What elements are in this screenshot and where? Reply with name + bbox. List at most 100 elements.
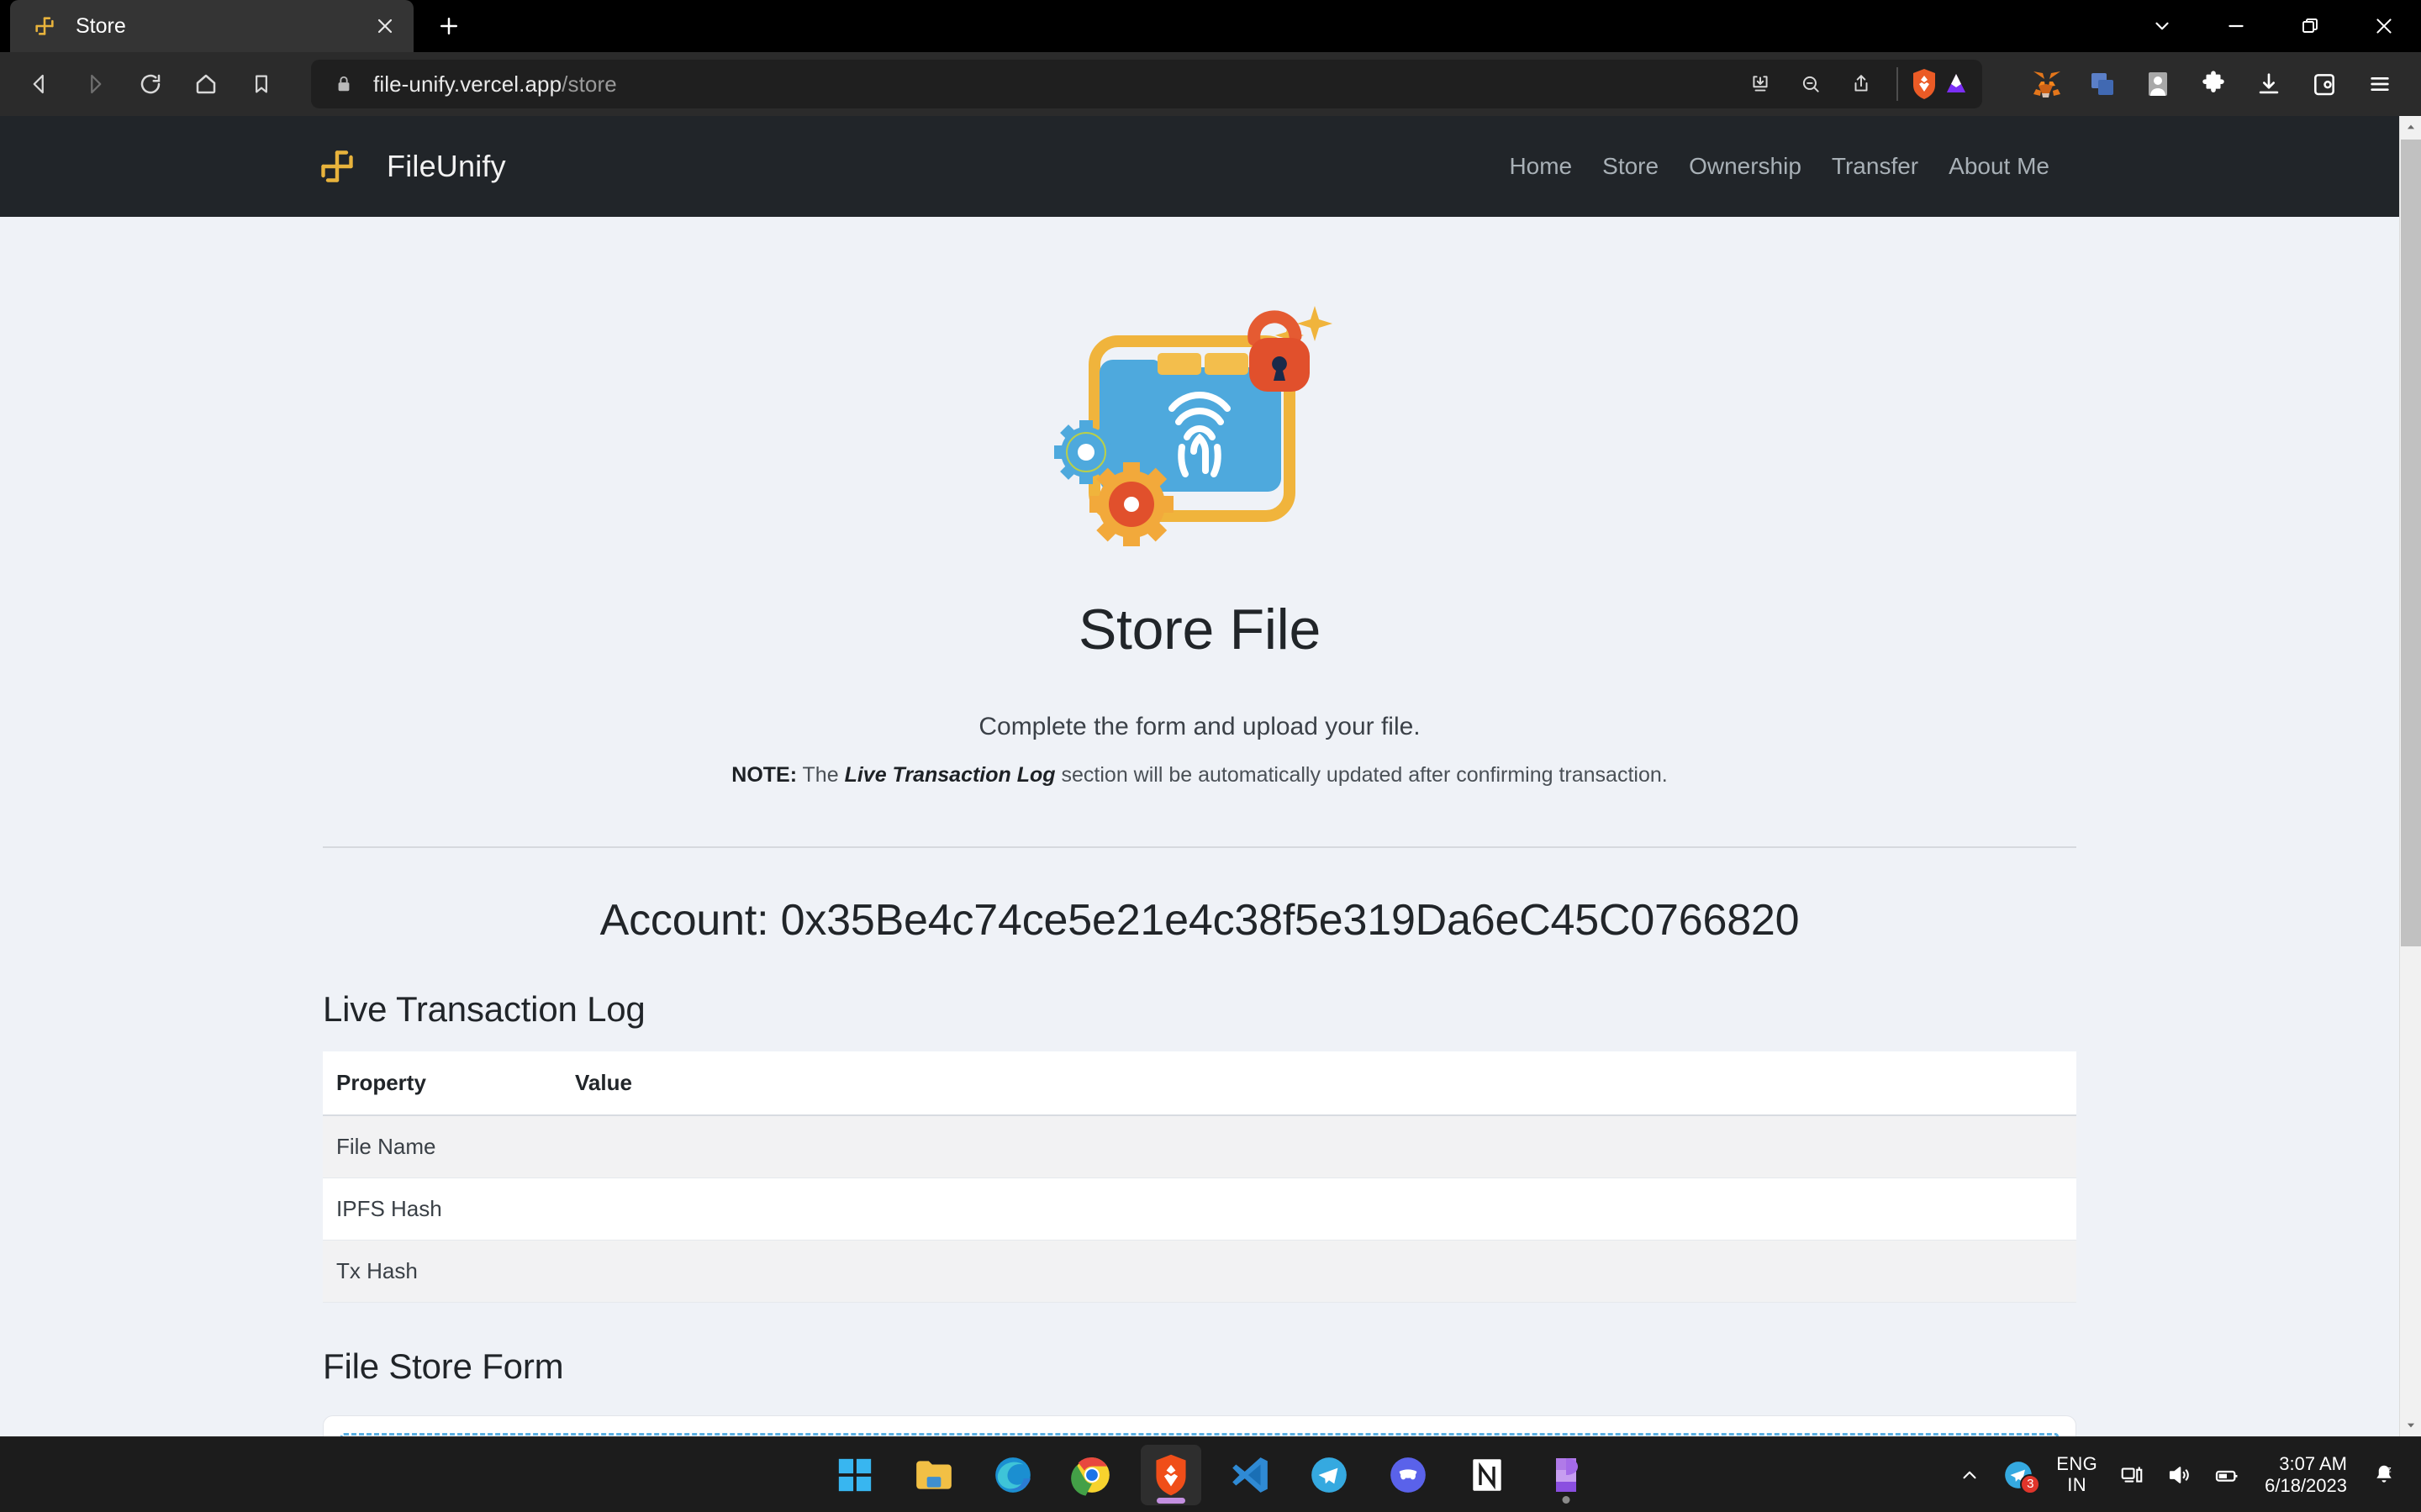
table-row: Tx Hash xyxy=(323,1240,2076,1303)
start-windows-icon[interactable] xyxy=(825,1445,885,1505)
table-header-row: Property Value xyxy=(323,1051,2076,1116)
wallet-icon[interactable] xyxy=(2300,60,2349,108)
share-icon[interactable] xyxy=(1838,61,1885,108)
zoom-out-icon[interactable] xyxy=(1787,61,1834,108)
secure-folder-fingerprint-lock-icon xyxy=(1037,269,1362,572)
tab-strip: Store xyxy=(0,0,2421,52)
tray-language-indicator[interactable]: ENG IN xyxy=(2045,1446,2108,1504)
cell-property-file-name: File Name xyxy=(323,1115,562,1178)
brand-name: FileUnify xyxy=(387,149,506,183)
cell-property-tx-hash: Tx Hash xyxy=(323,1240,562,1303)
window-icon[interactable] xyxy=(2078,60,2127,108)
minimize-icon[interactable] xyxy=(2199,0,2273,52)
notion-icon[interactable] xyxy=(1457,1445,1517,1505)
address-bar-actions xyxy=(1737,61,1970,108)
log-section-title: Live Transaction Log xyxy=(323,989,646,1029)
reload-icon[interactable] xyxy=(124,58,177,110)
form-section-title: File Store Form xyxy=(323,1346,564,1386)
scroll-up-arrow-icon[interactable] xyxy=(2400,116,2421,138)
restore-icon[interactable] xyxy=(2273,0,2347,52)
language-secondary: IN xyxy=(2067,1473,2087,1495)
microsoft-edge-icon[interactable] xyxy=(983,1445,1043,1505)
scrollbar-thumb[interactable] xyxy=(2401,140,2421,946)
downloads-icon[interactable] xyxy=(2244,60,2293,108)
back-arrow-icon[interactable] xyxy=(13,58,66,110)
telegram-notification-badge: 3 xyxy=(2020,1473,2041,1494)
site-nav-links: Home Store Ownership Transfer About Me xyxy=(1494,153,2065,180)
note-prefix: NOTE: xyxy=(731,763,798,787)
close-icon[interactable] xyxy=(2347,0,2421,52)
taskbar-apps xyxy=(825,1444,1596,1505)
nav-link-about-me[interactable]: About Me xyxy=(1933,153,2065,180)
tray-overflow-chevron-up-icon[interactable] xyxy=(1948,1446,1991,1504)
extensions-area xyxy=(2023,60,2408,108)
browser-tab-store[interactable]: Store xyxy=(10,0,414,52)
network-icon[interactable] xyxy=(2108,1446,2155,1504)
browser-toolbar: file-unify.vercel.app/store xyxy=(0,52,2421,116)
menu-icon[interactable] xyxy=(2355,60,2404,108)
battery-icon[interactable] xyxy=(2202,1446,2251,1504)
page-subtitle: Complete the form and upload your file. xyxy=(978,713,1421,740)
home-icon[interactable] xyxy=(180,58,232,110)
site-navbar: FileUnify Home Store Ownership Transfer … xyxy=(0,116,2399,217)
brave-shields-icon[interactable] xyxy=(1910,67,1938,101)
profile-icon[interactable] xyxy=(2134,60,2182,108)
fileunify-logo-icon xyxy=(318,147,356,186)
file-explorer-icon[interactable] xyxy=(904,1445,964,1505)
notification-bell-silent-icon[interactable]: z xyxy=(2360,1446,2408,1504)
svg-text:z: z xyxy=(2387,1465,2392,1474)
window-controls xyxy=(2125,0,2421,52)
web-content: FileUnify Home Store Ownership Transfer … xyxy=(0,116,2421,1436)
brand[interactable]: FileUnify xyxy=(318,147,506,186)
extensions-puzzle-icon[interactable] xyxy=(2189,60,2238,108)
figma-app-icon[interactable] xyxy=(1536,1445,1596,1505)
table-row: IPFS Hash xyxy=(323,1177,2076,1241)
install-app-icon[interactable] xyxy=(1737,61,1784,108)
page-body: Store File Complete the form and upload … xyxy=(0,217,2399,1436)
system-tray: 3 ENG IN 3:07 AM 6/18/2023 z xyxy=(1948,1446,2408,1504)
url-path: /store xyxy=(562,71,617,97)
account-address: Account: 0x35Be4c74ce5e21e4c38f5e319Da6e… xyxy=(599,896,1800,945)
file-store-form-card xyxy=(323,1415,2076,1436)
tray-telegram-icon[interactable]: 3 xyxy=(1991,1446,2045,1504)
volume-icon[interactable] xyxy=(2155,1446,2202,1504)
cell-property-ipfs-hash: IPFS Hash xyxy=(323,1177,562,1241)
google-chrome-icon[interactable] xyxy=(1062,1445,1122,1505)
address-bar[interactable]: file-unify.vercel.app/store xyxy=(311,60,1982,108)
cell-value-ipfs-hash xyxy=(562,1177,2076,1241)
discord-icon[interactable] xyxy=(1378,1445,1438,1505)
tab-favicon-icon xyxy=(32,13,57,39)
brave-rewards-icon[interactable] xyxy=(1942,70,1970,98)
forward-arrow-icon[interactable] xyxy=(69,58,121,110)
vertical-scrollbar[interactable] xyxy=(2399,116,2421,1436)
scroll-down-arrow-icon[interactable] xyxy=(2400,1415,2421,1436)
telegram-icon[interactable] xyxy=(1299,1445,1359,1505)
table-body: File Name IPFS Hash Tx Hash xyxy=(323,1115,2076,1303)
note-emphasis: Live Transaction Log xyxy=(844,763,1056,787)
lock-icon xyxy=(330,70,358,98)
log-section: Live Transaction Log Property Value File… xyxy=(323,989,2076,1303)
language-primary: ENG xyxy=(2056,1452,2098,1474)
toolbar-divider xyxy=(1896,67,1898,101)
clock-time: 3:07 AM xyxy=(2279,1452,2347,1474)
transaction-log-table: Property Value File Name IPFS Hash Tx Ha… xyxy=(323,1051,2076,1303)
clock[interactable]: 3:07 AM 6/18/2023 xyxy=(2251,1446,2360,1504)
nav-link-home[interactable]: Home xyxy=(1494,153,1587,180)
app-running-indicator xyxy=(1562,1495,1570,1504)
metamask-icon[interactable] xyxy=(2023,60,2071,108)
nav-link-store[interactable]: Store xyxy=(1587,153,1674,180)
page-title: Store File xyxy=(1079,598,1321,661)
nav-link-transfer[interactable]: Transfer xyxy=(1817,153,1933,180)
form-section: File Store Form xyxy=(323,1346,2076,1436)
brave-browser-icon[interactable] xyxy=(1141,1444,1201,1505)
tab-search-chevron-down-icon[interactable] xyxy=(2125,0,2199,52)
vs-code-icon[interactable] xyxy=(1220,1445,1280,1505)
note-text-before: The xyxy=(797,763,845,787)
column-header-value: Value xyxy=(562,1051,2076,1116)
bookmark-icon[interactable] xyxy=(235,58,287,110)
new-tab-button[interactable] xyxy=(425,3,472,50)
tab-close-icon[interactable] xyxy=(367,8,404,45)
browser-window: Store file-unify.vercel.app/store FileUn… xyxy=(0,0,2421,1512)
active-app-indicator xyxy=(1157,1497,1185,1504)
nav-link-ownership[interactable]: Ownership xyxy=(1674,153,1817,180)
